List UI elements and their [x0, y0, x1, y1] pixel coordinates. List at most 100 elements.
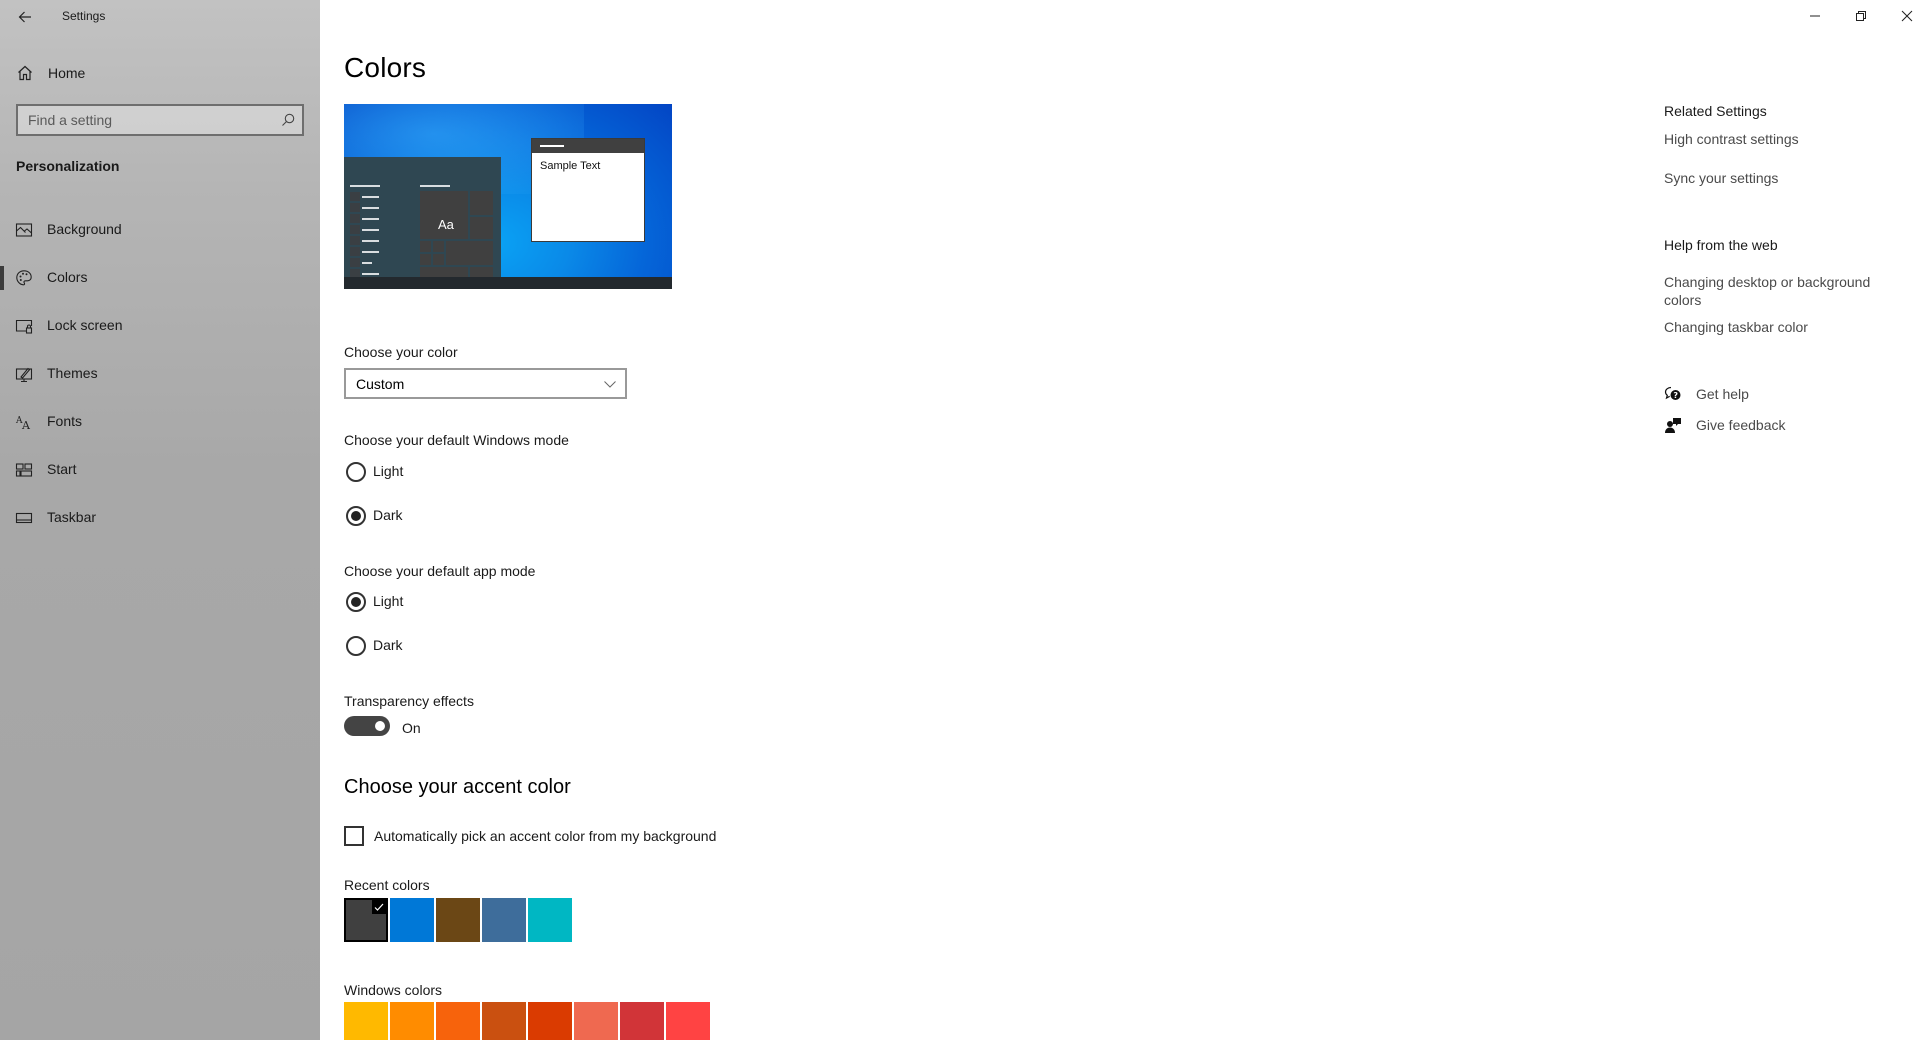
preview-line	[362, 251, 379, 253]
close-icon	[1901, 10, 1913, 22]
preview-tile-text: Aa	[438, 217, 454, 232]
radio-circle	[346, 462, 366, 482]
restore-button[interactable]	[1838, 0, 1884, 32]
preview-line	[362, 262, 372, 264]
windows-color-swatch[interactable]	[666, 1002, 710, 1040]
lock-screen-icon	[15, 319, 33, 334]
recent-color-swatch[interactable]	[390, 898, 434, 942]
windows-color-swatch[interactable]	[482, 1002, 526, 1040]
preview-window-titlebar	[532, 139, 644, 153]
sidebar-item-label: Taskbar	[47, 509, 97, 525]
preview-tile	[433, 241, 444, 252]
radio-label: Light	[373, 463, 404, 479]
windows-color-swatch[interactable]	[574, 1002, 618, 1040]
checkmark-icon	[372, 900, 386, 914]
preview-line	[362, 207, 379, 209]
help-desktop-colors-link[interactable]: Changing desktop or background colors	[1664, 273, 1894, 309]
sidebar: Settings Home Personalization Background…	[0, 0, 320, 1040]
sidebar-item-colors[interactable]: Colors	[0, 254, 320, 302]
windows-colors-label: Windows colors	[344, 982, 443, 998]
windows-color-swatch[interactable]	[620, 1002, 664, 1040]
page-title: Colors	[344, 52, 427, 83]
preview-tile	[433, 254, 444, 265]
radio-circle	[346, 592, 366, 612]
preview-tile	[420, 241, 431, 252]
windows-color-swatch[interactable]	[528, 1002, 572, 1040]
home-label: Home	[48, 65, 86, 81]
back-button[interactable]	[10, 2, 40, 32]
windows-color-swatch[interactable]	[390, 1002, 434, 1040]
arrow-left-icon	[18, 11, 31, 23]
sidebar-nav: Background Colors Lock screen Themes AA …	[0, 206, 320, 542]
preview-tile	[420, 267, 468, 277]
preview-tile	[420, 254, 431, 265]
preview-icon-square	[350, 236, 360, 245]
preview-window: Sample Text	[531, 138, 645, 242]
preview-taskbar	[344, 277, 672, 289]
feedback-icon	[1665, 418, 1681, 433]
sidebar-item-label: Start	[47, 461, 77, 477]
give-feedback-label: Give feedback	[1696, 417, 1786, 433]
close-button[interactable]	[1884, 0, 1920, 32]
preview-icon-square	[350, 203, 360, 212]
preview-tile	[470, 191, 493, 215]
sidebar-item-fonts[interactable]: AA Fonts	[0, 398, 320, 446]
sidebar-item-taskbar[interactable]: Taskbar	[0, 494, 320, 542]
recent-colors	[344, 898, 572, 942]
preview-icon-square	[350, 247, 360, 256]
chevron-down-icon	[604, 381, 616, 388]
search-icon[interactable]	[280, 112, 296, 128]
checkbox-box	[344, 826, 364, 846]
start-icon	[15, 463, 33, 477]
checkbox-label: Automatically pick an accent color from …	[374, 828, 717, 844]
svg-text:?: ?	[1673, 391, 1678, 400]
sidebar-item-home[interactable]: Home	[0, 58, 320, 90]
sidebar-item-themes[interactable]: Themes	[0, 350, 320, 398]
minimize-icon	[1810, 15, 1820, 17]
recent-color-swatch[interactable]	[482, 898, 526, 942]
recent-color-swatch[interactable]	[528, 898, 572, 942]
radio-label: Light	[373, 593, 404, 609]
windows-color-swatch[interactable]	[436, 1002, 480, 1040]
choose-color-dropdown[interactable]: Custom	[344, 368, 627, 399]
sidebar-item-background[interactable]: Background	[0, 206, 320, 254]
high-contrast-link[interactable]: High contrast settings	[1664, 130, 1894, 148]
preview-line	[420, 185, 450, 187]
windows-colors	[344, 1002, 710, 1040]
preview-tile	[470, 267, 493, 277]
transparency-toggle[interactable]	[344, 716, 390, 736]
radio-circle	[346, 506, 366, 526]
sidebar-item-start[interactable]: Start	[0, 446, 320, 494]
windows-mode-label: Choose your default Windows mode	[344, 432, 569, 448]
minimize-button[interactable]	[1792, 0, 1838, 32]
sync-settings-link[interactable]: Sync your settings	[1664, 169, 1894, 187]
preview-icon-square	[350, 214, 360, 223]
recent-color-swatch[interactable]	[436, 898, 480, 942]
related-settings-title: Related Settings	[1664, 103, 1767, 119]
app-title: Settings	[62, 9, 106, 23]
preview-icon-square	[350, 192, 360, 201]
search-input[interactable]	[18, 106, 302, 134]
windows-color-swatch[interactable]	[344, 1002, 388, 1040]
fonts-icon: AA	[15, 416, 31, 431]
color-preview: Aa Sample Text	[344, 104, 672, 289]
palette-icon	[16, 270, 32, 286]
transparency-state: On	[402, 720, 421, 736]
preview-line	[350, 185, 380, 187]
help-taskbar-color-link[interactable]: Changing taskbar color	[1664, 318, 1894, 336]
search-box[interactable]	[16, 104, 304, 136]
radio-circle	[346, 636, 366, 656]
recent-color-swatch[interactable]	[344, 898, 388, 942]
help-title: Help from the web	[1664, 237, 1778, 253]
taskbar-icon	[15, 512, 33, 524]
sidebar-item-label: Fonts	[47, 413, 83, 429]
preview-line	[362, 273, 379, 275]
app-mode-label: Choose your default app mode	[344, 563, 536, 579]
sidebar-item-lock-screen[interactable]: Lock screen	[0, 302, 320, 350]
dropdown-value: Custom	[356, 376, 405, 392]
toggle-knob	[375, 721, 385, 731]
themes-icon	[15, 367, 33, 383]
preview-line	[362, 196, 379, 198]
recent-colors-label: Recent colors	[344, 877, 430, 893]
preview-start-menu: Aa	[344, 157, 501, 278]
